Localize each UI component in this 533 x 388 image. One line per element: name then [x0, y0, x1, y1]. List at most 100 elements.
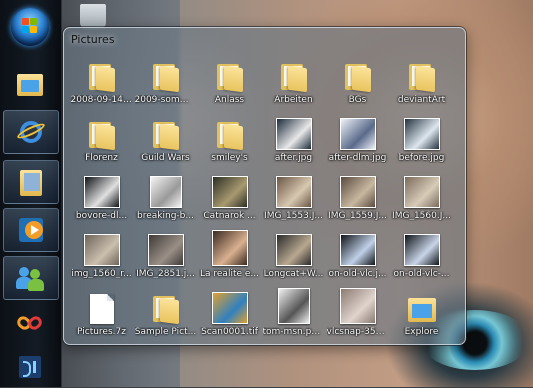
folder-icon	[276, 56, 312, 93]
grid-item-label: Catnarok ...	[203, 211, 256, 221]
grid-item[interactable]: Catnarok ...	[198, 172, 261, 230]
image-thumbnail-icon	[339, 172, 376, 208]
pictures-grid: 2008-09-14 ... 2009-somm... Anlass Arbeiten…	[70, 56, 460, 346]
grid-item[interactable]: IMG_1560.J...	[390, 172, 453, 230]
image-thumbnail-icon	[211, 288, 248, 324]
grid-item-label: Explore	[404, 327, 439, 337]
windows-logo-icon	[22, 18, 38, 34]
grid-item-label: on-old-vlc.j...	[328, 269, 387, 279]
taskbar-dreamweaver-button[interactable]	[3, 346, 57, 388]
grid-item[interactable]: Arbeiten	[262, 56, 325, 114]
grid-item[interactable]: Anlass	[198, 56, 261, 114]
grid-item-label: after-dlm.jpg	[328, 153, 387, 163]
grid-item-label: Longcat+W...	[263, 269, 324, 279]
grid-item-label: before.jpg	[398, 153, 445, 163]
grid-item[interactable]: Scan0001.tif	[198, 288, 261, 346]
grid-item[interactable]: after.jpg	[262, 114, 325, 172]
grid-item[interactable]: Guild Wars	[134, 114, 197, 172]
grid-item[interactable]: on-old-vlc.j...	[326, 230, 389, 288]
explorer-window-icon	[16, 167, 46, 197]
image-thumbnail-icon	[403, 172, 440, 208]
grid-item-label: bovore-dl...	[75, 211, 128, 221]
grid-item-label: BGs	[348, 95, 367, 105]
image-thumbnail-icon	[211, 230, 248, 266]
grid-item[interactable]: IMG_1553.J...	[262, 172, 325, 230]
folder-icon	[148, 114, 184, 151]
grid-item[interactable]: La realite e...	[198, 230, 261, 288]
taskbar-explorer-window-button[interactable]	[3, 160, 59, 204]
grid-item[interactable]: deviantArt	[390, 56, 453, 114]
image-thumbnail-icon	[211, 172, 248, 208]
grid-item-label: deviantArt	[397, 95, 446, 105]
grid-item-label: Sample Pict...	[134, 327, 197, 337]
taskbar-messenger-button[interactable]	[3, 256, 59, 300]
folder-icon	[148, 288, 184, 325]
image-thumbnail-icon	[275, 230, 312, 266]
grid-item-label: vlcsnap-356...	[326, 327, 389, 337]
recycle-bin-icon[interactable]	[80, 4, 106, 28]
grid-item-label: La realite e...	[200, 269, 259, 279]
grid-item[interactable]: Sample Pict...	[134, 288, 197, 346]
internet-explorer-icon	[15, 117, 47, 147]
grid-item[interactable]: before.jpg	[390, 114, 453, 172]
grid-item[interactable]: Florenz	[70, 114, 133, 172]
image-thumbnail-icon	[147, 230, 184, 266]
image-thumbnail-icon	[83, 230, 120, 266]
taskbar-media-player-button[interactable]	[3, 208, 59, 252]
grid-item-label: Pictures.7z	[77, 327, 126, 337]
grid-item-label: Guild Wars	[141, 153, 190, 163]
grid-item-label: IMG_1559.J...	[328, 211, 387, 221]
media-player-icon	[16, 215, 46, 245]
image-thumbnail-icon	[276, 288, 312, 324]
grid-item-label: smiley's	[211, 153, 248, 163]
grid-item[interactable]: 2008-09-14 ...	[70, 56, 133, 114]
grid-item-label: 2009-somm...	[134, 95, 197, 105]
grid-item[interactable]: smiley's	[198, 114, 261, 172]
grid-item[interactable]: vlcsnap-356...	[326, 288, 389, 346]
grid-item-label: 2008-09-14 ...	[70, 95, 133, 105]
grid-item-label: IMG_1560.J...	[392, 211, 451, 221]
grid-item[interactable]: Explore	[390, 288, 453, 346]
grid-item-label: after.jpg	[274, 153, 313, 163]
image-thumbnail-icon	[83, 172, 120, 208]
grid-item[interactable]: BGs	[326, 56, 389, 114]
grid-item-label: tom-msn.pn...	[262, 327, 325, 337]
grid-item[interactable]: breaking-b...	[134, 172, 197, 230]
grid-item-label: IMG_2851.j...	[136, 269, 195, 279]
grid-item[interactable]: on-old-vlc-...	[390, 230, 453, 288]
app-icon	[14, 308, 45, 338]
grid-item-label: Scan0001.tif	[201, 327, 258, 337]
taskbar-explorer-button[interactable]	[3, 62, 57, 104]
grid-item-label: breaking-b...	[137, 211, 194, 221]
dreamweaver-icon	[15, 352, 45, 382]
grid-item[interactable]: IMG_1559.J...	[326, 172, 389, 230]
grid-item[interactable]: Longcat+W...	[262, 230, 325, 288]
taskbar-internet-explorer-button[interactable]	[3, 110, 59, 154]
folder-icon	[212, 56, 248, 93]
start-button[interactable]	[11, 8, 49, 46]
image-thumbnail-icon	[339, 114, 376, 150]
folder-icon	[404, 56, 440, 93]
grid-item[interactable]: Pictures.7z	[70, 288, 133, 346]
image-thumbnail-icon	[403, 114, 440, 150]
panel-title: Pictures	[71, 33, 115, 46]
taskbar-app-button[interactable]	[3, 302, 57, 344]
folder-icon	[84, 56, 120, 93]
folder-icon	[340, 56, 376, 93]
grid-item[interactable]: IMG_2851.j...	[134, 230, 197, 288]
image-thumbnail-icon	[148, 172, 184, 208]
grid-item-label: Arbeiten	[274, 95, 313, 105]
explorer-icon	[404, 288, 440, 324]
image-thumbnail-icon	[339, 288, 376, 324]
image-thumbnail-icon	[275, 114, 312, 150]
grid-item[interactable]: 2009-somm...	[134, 56, 197, 114]
grid-item[interactable]: tom-msn.pn...	[262, 288, 325, 346]
grid-item-label: IMG_1553.J...	[264, 211, 323, 221]
grid-item[interactable]: bovore-dl...	[70, 172, 133, 230]
grid-item[interactable]: img_1560_r...	[70, 230, 133, 288]
folder-icon	[212, 114, 248, 151]
grid-item[interactable]: after-dlm.jpg	[326, 114, 389, 172]
folder-icon	[148, 56, 184, 93]
grid-item-label: on-old-vlc-...	[393, 269, 450, 279]
folder-icon	[84, 114, 120, 151]
